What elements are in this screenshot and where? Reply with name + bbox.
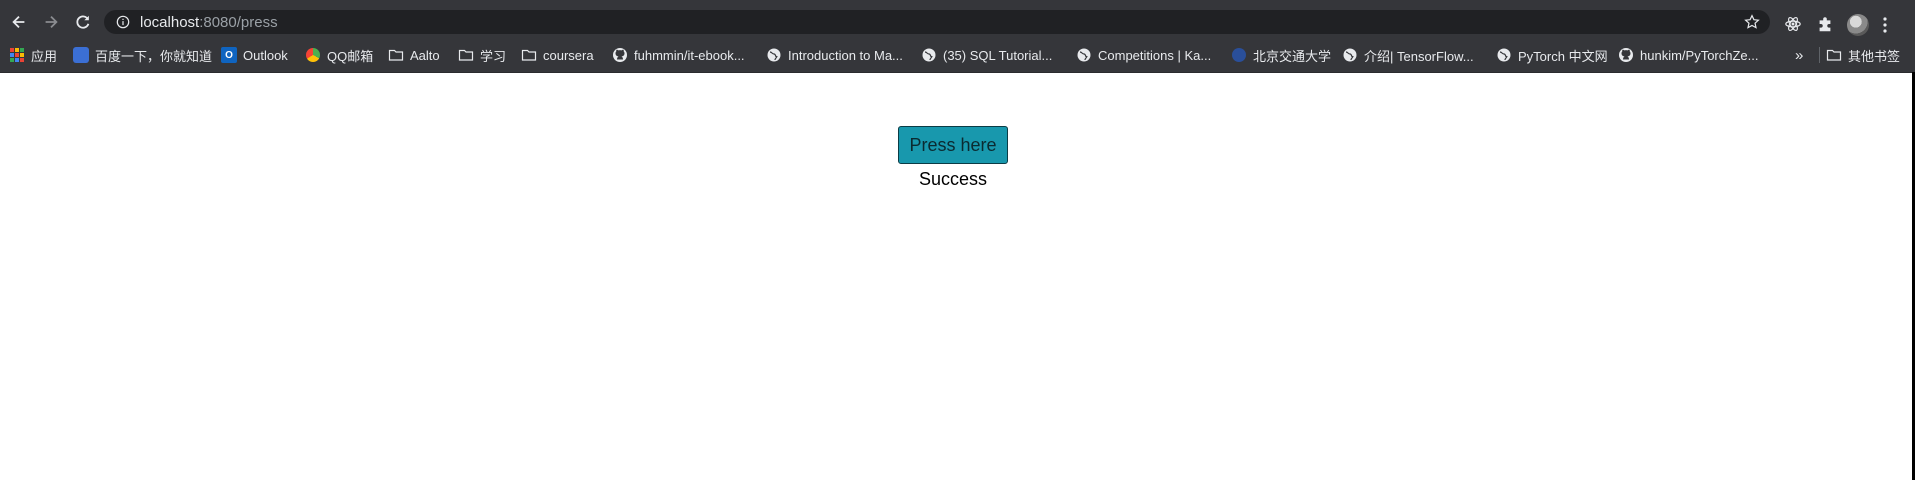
- bookmark-qq-mail[interactable]: QQ邮箱: [305, 46, 373, 64]
- bookmark-label: 百度一下，你就知道: [95, 48, 213, 64]
- url-path: :8080/press: [199, 13, 278, 31]
- globe-icon: [1496, 47, 1512, 63]
- globe-icon: [921, 47, 937, 63]
- bookmark-pytorch-cn[interactable]: PyTorch 中文网: [1496, 46, 1608, 64]
- bookmark-label: PyTorch 中文网: [1518, 48, 1608, 64]
- bookmark-outlook[interactable]: O Outlook: [221, 46, 288, 64]
- bookmarks-overflow-button[interactable]: »: [1795, 46, 1803, 64]
- forward-button[interactable]: [38, 9, 64, 35]
- overflow-chevron-icon: »: [1795, 46, 1804, 64]
- bookmark-label: coursera: [543, 47, 594, 63]
- bookmarks-divider: [1819, 47, 1820, 63]
- bookmark-folder-study[interactable]: 学习: [458, 46, 506, 64]
- profile-avatar[interactable]: [1847, 14, 1869, 36]
- qq-mail-icon: [305, 47, 321, 63]
- apps-grid-icon: [9, 47, 25, 63]
- globe-icon: [1076, 47, 1092, 63]
- bookmarks-bar: 应用 百度一下，你就知道 O Outlook QQ邮箱 Aalto 学习 cou…: [0, 38, 1915, 73]
- globe-icon: [766, 47, 782, 63]
- extensions-puzzle-icon[interactable]: [1816, 15, 1834, 33]
- arrow-left-icon: [12, 15, 25, 29]
- bookmark-label: 学习: [480, 48, 507, 64]
- bookmark-label: Competitions | Ka...: [1098, 47, 1212, 63]
- bjtu-icon: [1231, 47, 1247, 63]
- reload-button[interactable]: [70, 9, 96, 35]
- bookmark-label: 应用: [31, 48, 58, 64]
- info-icon[interactable]: [116, 15, 130, 29]
- bookmark-folder-aalto[interactable]: Aalto: [388, 46, 440, 64]
- bookmark-label: 介绍| TensorFlow...: [1364, 48, 1474, 64]
- bookmark-label: (35) SQL Tutorial...: [943, 47, 1053, 63]
- bookmark-label: QQ邮箱: [327, 48, 374, 64]
- baidu-icon: [73, 47, 89, 63]
- reload-icon: [76, 15, 90, 29]
- bookmark-label: 其他书签: [1848, 48, 1901, 64]
- bookmark-github-ebook[interactable]: fuhmmin/it-ebook...: [612, 46, 745, 64]
- arrow-right-icon: [45, 15, 58, 29]
- bookmark-baidu[interactable]: 百度一下，你就知道: [73, 46, 212, 64]
- bookmark-sql-tutorial[interactable]: (35) SQL Tutorial...: [921, 46, 1052, 64]
- bookmark-label: hunkim/PyTorchZe...: [1640, 47, 1759, 63]
- bookmark-bjtu[interactable]: 北京交通大学: [1231, 46, 1331, 64]
- bookmark-label: fuhmmin/it-ebook...: [634, 47, 745, 63]
- react-devtools-icon[interactable]: [1784, 15, 1802, 33]
- star-icon[interactable]: [1744, 14, 1760, 30]
- bookmark-label: 北京交通大学: [1253, 48, 1332, 64]
- bookmark-competitions[interactable]: Competitions | Ka...: [1076, 46, 1211, 64]
- bookmark-github-pytorchzero[interactable]: hunkim/PyTorchZe...: [1618, 46, 1759, 64]
- github-icon: [612, 47, 628, 63]
- folder-icon: [1826, 47, 1842, 63]
- bookmark-label: Aalto: [410, 47, 440, 63]
- globe-icon: [1342, 47, 1358, 63]
- bookmark-apps[interactable]: 应用: [9, 46, 57, 64]
- bookmark-intro-ma[interactable]: Introduction to Ma...: [766, 46, 903, 64]
- other-bookmarks-folder[interactable]: 其他书签: [1826, 46, 1900, 64]
- bookmark-label: Outlook: [243, 47, 288, 63]
- github-icon: [1618, 47, 1634, 63]
- folder-icon: [388, 47, 404, 63]
- bookmark-tensorflow[interactable]: 介绍| TensorFlow...: [1342, 46, 1474, 64]
- bookmark-folder-coursera[interactable]: coursera: [521, 46, 594, 64]
- address-bar[interactable]: localhost:8080/press: [104, 10, 1770, 34]
- result-text: Success: [918, 169, 988, 189]
- url-text[interactable]: localhost:8080/press: [140, 14, 278, 31]
- url-host: localhost: [140, 13, 200, 31]
- more-menu-icon[interactable]: [1882, 16, 1888, 34]
- back-button[interactable]: [6, 9, 32, 35]
- browser-toolbar: localhost:8080/press: [0, 6, 1915, 38]
- folder-icon: [521, 47, 537, 63]
- press-here-button[interactable]: Press here: [898, 126, 1008, 164]
- folder-icon: [458, 47, 474, 63]
- outlook-icon: O: [221, 47, 237, 63]
- bookmark-label: Introduction to Ma...: [788, 47, 903, 63]
